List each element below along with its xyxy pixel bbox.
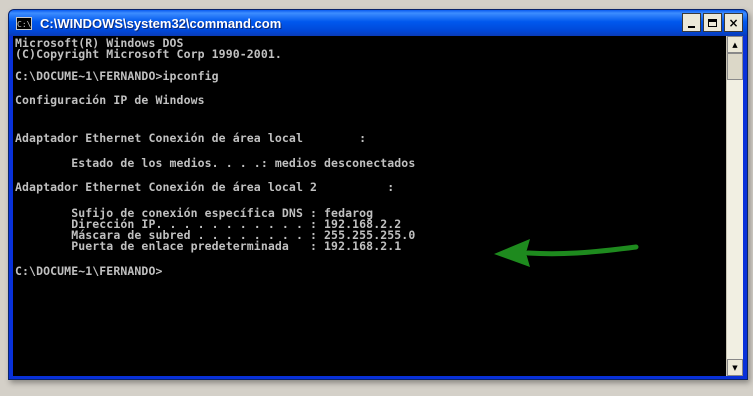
console-line: (C)Copyright Microsoft Corp 1990-2001.	[15, 47, 282, 61]
window-title: C:\WINDOWS\system32\command.com	[40, 15, 282, 31]
maximize-button[interactable]	[703, 13, 722, 32]
minimize-button[interactable]	[682, 13, 701, 32]
console-line: Adaptador Ethernet Conexión de área loca…	[15, 131, 367, 145]
close-button[interactable]: ×	[724, 13, 743, 32]
cmd-icon: C:\	[16, 16, 32, 30]
console-line: Puerta de enlace predeterminada : 192.16…	[15, 239, 402, 253]
console-line: Configuración IP de Windows	[15, 93, 205, 107]
title-bar[interactable]: C:\ C:\WINDOWS\system32\command.com ×	[9, 10, 747, 36]
console-line: Adaptador Ethernet Conexión de área loca…	[15, 180, 395, 194]
console-output[interactable]: Microsoft(R) Windows DOS (C)Copyright Mi…	[13, 36, 726, 376]
scroll-thumb[interactable]	[727, 53, 743, 80]
console-line: C:\DOCUME~1\FERNANDO>	[15, 264, 163, 278]
scroll-down-button[interactable]: ▼	[727, 359, 743, 376]
window-controls: ×	[682, 13, 743, 32]
vertical-scrollbar[interactable]: ▲ ▼	[726, 36, 743, 376]
command-prompt-window: C:\ C:\WINDOWS\system32\command.com × Mi…	[8, 9, 748, 380]
console-line: C:\DOCUME~1\FERNANDO>ipconfig	[15, 69, 219, 83]
scroll-up-button[interactable]: ▲	[727, 36, 743, 53]
console-line: Estado de los medios. . . .: medios desc…	[15, 156, 416, 170]
